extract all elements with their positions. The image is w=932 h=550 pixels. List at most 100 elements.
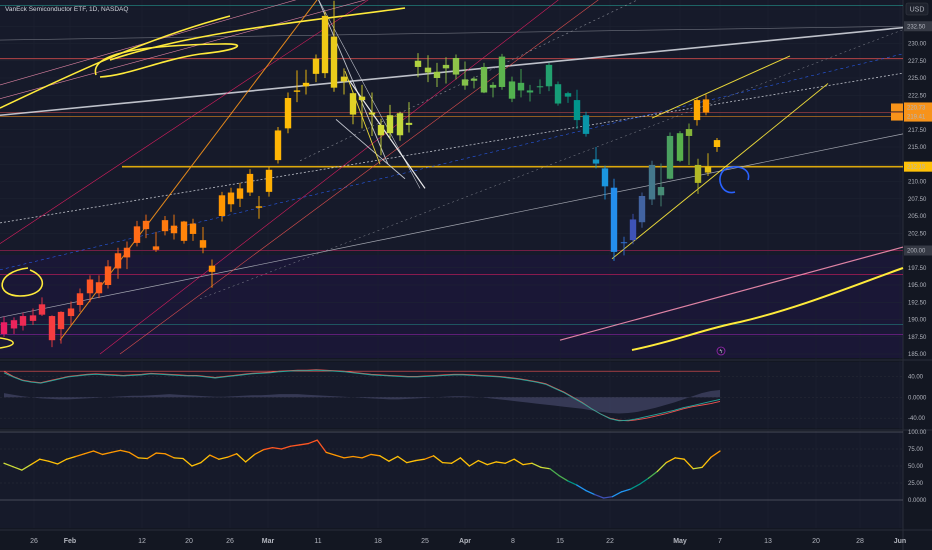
time-tick-label: 20 xyxy=(185,538,193,545)
candle-body xyxy=(57,311,65,330)
candle-body xyxy=(693,100,701,121)
price-tick-label: 192.50 xyxy=(908,300,927,306)
chart-title: VanEck Semiconductor ETF, 1D, NASDAQ xyxy=(5,6,128,13)
price-tick-label: 230.00 xyxy=(908,42,927,48)
candle-body xyxy=(368,112,376,115)
candle-body xyxy=(489,84,497,88)
candle-body xyxy=(274,130,282,161)
time-tick-label: 25 xyxy=(421,538,429,545)
price-axis[interactable]: 235.00232.50230.00227.50225.00222.50220.… xyxy=(908,7,927,358)
candle-body xyxy=(321,15,329,74)
time-tick-label: Jun xyxy=(894,538,906,545)
price-tick-label: 197.50 xyxy=(908,266,927,272)
candle-body xyxy=(396,113,404,136)
time-tick-label: 26 xyxy=(226,538,234,545)
candle-body xyxy=(123,247,131,258)
indicator-tag-badge xyxy=(891,103,903,112)
price-tick-label: 210.00 xyxy=(908,180,927,186)
time-tick-label: 22 xyxy=(606,538,614,545)
candle-body xyxy=(293,90,301,92)
candle-body xyxy=(470,78,478,81)
candle-body xyxy=(461,79,469,86)
candle-body xyxy=(666,135,674,179)
rsi-line-segment xyxy=(155,452,166,455)
candle-body xyxy=(180,221,188,241)
candle-body xyxy=(442,64,450,69)
candle-body xyxy=(86,279,94,294)
oscillator-tick-label: 40.00 xyxy=(908,374,924,380)
candle-body xyxy=(582,115,590,134)
candle-body xyxy=(19,316,27,326)
candle-body xyxy=(312,58,320,74)
candle-body xyxy=(208,265,216,272)
candle-body xyxy=(694,164,702,183)
currency-label: USD xyxy=(910,7,925,14)
candle-body xyxy=(377,124,385,136)
time-tick-label: 26 xyxy=(30,538,38,545)
candle-body xyxy=(284,98,292,129)
candle-body xyxy=(142,220,150,230)
time-tick-label: 7 xyxy=(718,538,722,545)
price-tick-label: 217.50 xyxy=(908,128,927,134)
rsi-tick-label: 25.00 xyxy=(908,481,924,487)
candle-body xyxy=(358,96,366,101)
candle-body xyxy=(302,82,310,87)
candle-body xyxy=(704,167,712,173)
price-tick-label: 222.50 xyxy=(908,93,927,99)
candle-body xyxy=(246,173,254,193)
price-tag-label: 220.73 xyxy=(907,105,926,111)
rsi-panel xyxy=(0,432,903,528)
price-tick-label: 227.50 xyxy=(908,59,927,65)
time-tick-label: 15 xyxy=(556,538,564,545)
price-tick-label: 225.00 xyxy=(908,76,927,82)
price-tag-label: 219.41 xyxy=(907,115,926,121)
price-tick-label: 207.50 xyxy=(908,197,927,203)
chart-area[interactable]: 40.00 0.0000 -40.00 100.00 75.00 50.00 25.00 0… xyxy=(0,0,932,550)
rsi-tick-label: 100.00 xyxy=(908,430,927,436)
price-tick-label: 205.00 xyxy=(908,214,927,220)
price-tag-label: 212.15 xyxy=(907,165,926,171)
candle-body xyxy=(648,164,656,200)
time-tick-label: Mar xyxy=(262,538,275,545)
rsi-line-segment xyxy=(173,457,184,460)
rsi-tick-label: 50.00 xyxy=(908,464,924,470)
candle-body xyxy=(601,168,609,187)
candle-body xyxy=(610,187,618,252)
candle-body xyxy=(67,308,75,317)
candle-body xyxy=(330,36,338,88)
candle-body xyxy=(265,169,273,192)
candle-body xyxy=(227,192,235,205)
candle-body xyxy=(0,322,8,334)
price-tick-label: 187.50 xyxy=(908,335,927,341)
candle-body xyxy=(38,304,46,315)
candle-body xyxy=(414,60,422,67)
candle-body xyxy=(95,282,103,294)
candle-body xyxy=(554,84,562,104)
price-tick-label: 185.00 xyxy=(908,352,927,358)
candle-body xyxy=(564,93,572,97)
candle-body xyxy=(498,56,506,87)
lightning-icon: ϟ xyxy=(719,349,723,355)
candle-body xyxy=(255,206,263,208)
candle-body xyxy=(340,76,348,82)
price-tick-label: 195.00 xyxy=(908,283,927,289)
candle-body xyxy=(133,226,141,243)
candle-body xyxy=(114,253,122,269)
candle-body xyxy=(189,223,197,234)
candle-body xyxy=(349,93,357,115)
oscillator-tick-label: 0.0000 xyxy=(908,395,927,401)
time-tick-label: May xyxy=(673,538,687,545)
time-tick-label: Feb xyxy=(64,538,76,545)
oscillator-tick-label: -40.00 xyxy=(908,416,926,422)
indicator-tag-badge xyxy=(891,112,903,121)
candle-body xyxy=(104,266,112,285)
candle-body xyxy=(702,99,710,113)
candle-body xyxy=(236,188,244,199)
rsi-line-segment xyxy=(137,457,148,460)
oscillator-panel xyxy=(0,362,903,428)
candle-body xyxy=(199,240,207,248)
candle-body xyxy=(676,133,684,161)
candle-body xyxy=(685,129,693,136)
time-tick-label: 11 xyxy=(314,538,321,545)
candle-body xyxy=(536,86,544,88)
